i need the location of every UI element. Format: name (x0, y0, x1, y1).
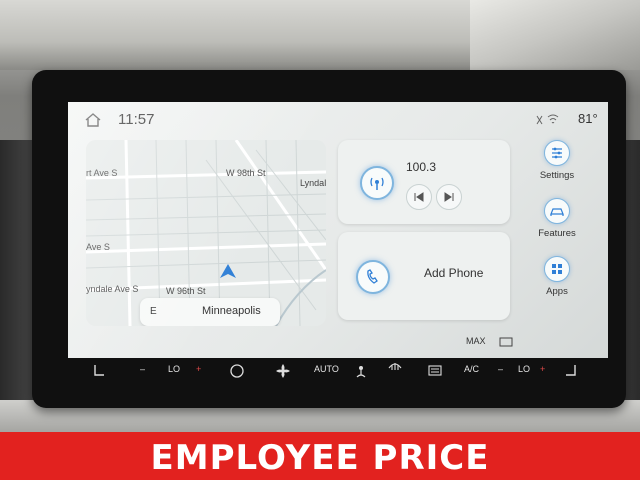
seek-forward-button[interactable] (436, 184, 462, 210)
map-label-lyndal: Lyndal (300, 178, 326, 188)
radio-station: 100.3 (406, 160, 437, 174)
auto-button[interactable]: AUTO (314, 364, 339, 374)
apps-label: Apps (546, 286, 568, 297)
seek-back-button[interactable] (406, 184, 432, 210)
radio-icon (370, 177, 384, 190)
car-icon (544, 198, 570, 224)
background-vehicle (470, 0, 640, 70)
left-temp: LO (168, 364, 181, 374)
temp-up-right[interactable]: + (540, 364, 545, 374)
phone-tile[interactable]: Add Phone (338, 232, 510, 320)
settings-button[interactable]: Settings (526, 140, 588, 196)
home-icon[interactable] (84, 112, 102, 128)
seat-heat-left-icon[interactable] (90, 362, 108, 380)
destination-label: Minneapolis (202, 305, 261, 317)
employee-price-banner: EMPLOYEE PRICE (0, 432, 640, 480)
navigation-arrow-icon (220, 264, 236, 278)
destination-direction: E (150, 306, 157, 317)
airflow-icon[interactable] (352, 362, 370, 380)
banner-text: EMPLOYEE PRICE (150, 438, 490, 478)
fan-icon[interactable] (274, 362, 292, 380)
add-phone-label: Add Phone (424, 266, 484, 280)
seat-heat-right-icon[interactable] (562, 362, 580, 380)
destination-box[interactable]: E Minneapolis (140, 298, 280, 326)
temp-down-left[interactable]: – (140, 364, 145, 374)
temp-up-left[interactable]: + (196, 364, 201, 374)
seek-back-icon (414, 192, 424, 202)
map-label-w96th: W 96th St (166, 286, 206, 296)
steering-heat-icon[interactable] (228, 362, 246, 380)
seek-forward-icon (444, 192, 454, 202)
features-button[interactable]: Features (526, 198, 588, 254)
connectivity-icon (536, 114, 559, 125)
right-temp: LO (518, 364, 531, 374)
sliders-icon (544, 140, 570, 166)
grid-icon (544, 256, 570, 282)
clock: 11:57 (118, 111, 155, 128)
infotainment-screen: 11:57 81° W 98th St Lyndal rt Ave S Ave … (68, 102, 608, 358)
map-panel[interactable]: W 98th St Lyndal rt Ave S Ave S yndale A… (86, 140, 326, 326)
temp-down-right[interactable]: – (498, 364, 503, 374)
map-label-w98th: W 98th St (226, 168, 266, 178)
map-label-ave1: rt Ave S (86, 168, 118, 178)
climate-controls: – LO + AUTO A/C – LO + (68, 358, 608, 398)
radio-tile[interactable]: 100.3 (338, 140, 510, 224)
status-bar: 11:57 81° (68, 102, 608, 136)
climate-bar: MAX (68, 330, 608, 358)
settings-label: Settings (539, 170, 575, 181)
max-defrost-label[interactable]: MAX (466, 336, 486, 346)
features-label: Features (538, 228, 576, 239)
apps-button[interactable]: Apps (526, 256, 588, 312)
phone-button[interactable] (356, 260, 390, 294)
phone-icon (367, 269, 378, 284)
defrost-icon[interactable] (498, 334, 514, 350)
map-label-lyndale: yndale Ave S (86, 284, 139, 294)
outside-temperature: 81° (578, 111, 598, 126)
ac-button[interactable]: A/C (464, 364, 479, 374)
map-label-ave2: Ave S (86, 242, 110, 252)
max-defrost-icon[interactable] (386, 356, 404, 374)
radio-source-button[interactable] (360, 166, 394, 200)
rear-defrost-icon[interactable] (426, 362, 444, 380)
